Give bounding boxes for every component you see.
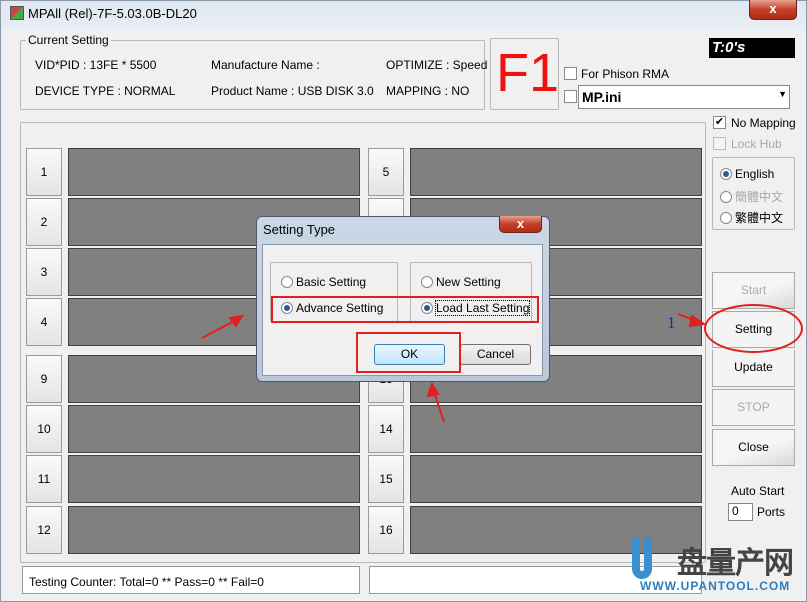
arrow-to-advance	[201, 319, 237, 339]
arrow-to-ok	[433, 391, 445, 423]
annotation-arrows	[201, 313, 707, 423]
